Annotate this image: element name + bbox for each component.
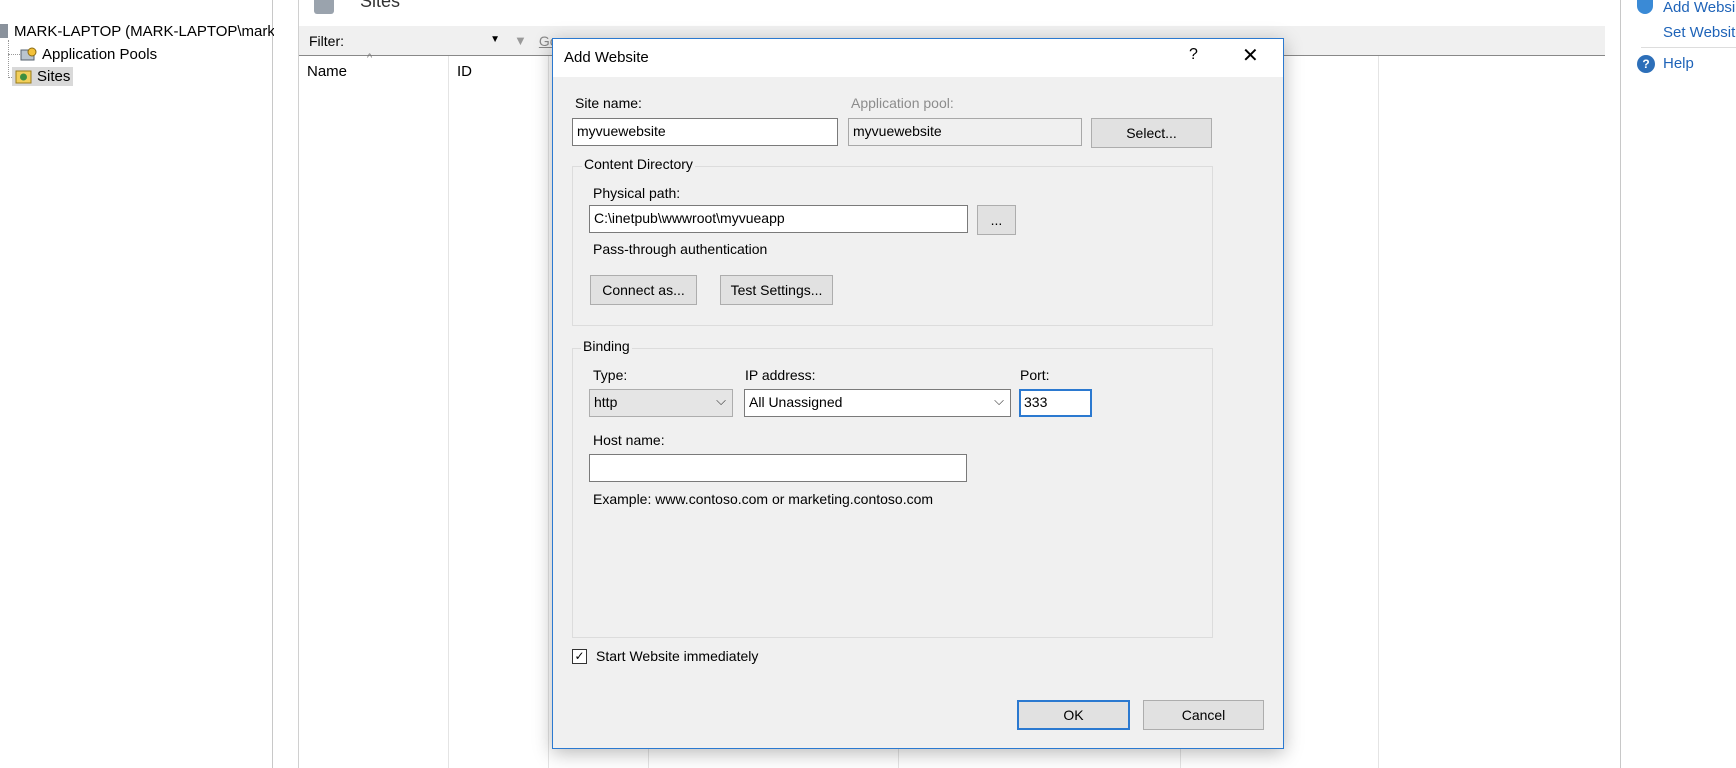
type-select[interactable]: http ⌵ (589, 389, 733, 417)
tree-item-server[interactable]: MARK-LAPTOP (MARK-LAPTOP\marko (0, 20, 283, 42)
connections-tree-panel: MARK-LAPTOP (MARK-LAPTOP\marko Applicati… (0, 0, 283, 768)
filter-input[interactable]: ▼ (352, 30, 502, 52)
application-pools-icon (20, 46, 38, 62)
physical-path-label: Physical path: (593, 185, 681, 201)
funnel-icon: ▼ (514, 33, 527, 48)
set-website-defaults-link[interactable]: Set Website (1663, 24, 1736, 41)
host-name-input[interactable] (589, 454, 967, 482)
host-name-example-text: Example: www.contoso.com or marketing.co… (593, 491, 934, 507)
type-value: http (594, 394, 618, 410)
cancel-button[interactable]: Cancel (1143, 700, 1264, 730)
tree-server-label: MARK-LAPTOP (MARK-LAPTOP\marko (14, 22, 284, 40)
select-app-pool-button[interactable]: Select... (1091, 118, 1212, 148)
pass-through-auth-text: Pass-through authentication (593, 241, 768, 257)
add-website-link[interactable]: Add Websi (1663, 0, 1735, 16)
start-immediately-checkbox[interactable]: ✓ (572, 649, 587, 664)
physical-path-input[interactable]: C:\inetpub\wwwroot\myvueapp (589, 205, 968, 233)
column-header-id[interactable]: ID (449, 58, 549, 84)
ip-address-select[interactable]: All Unassigned ⌵ (744, 389, 1011, 417)
tree-sites-selection: Sites (12, 66, 74, 86)
port-label: Port: (1020, 367, 1050, 383)
chevron-down-icon: ⌵ (716, 393, 726, 408)
binding-title: Binding (581, 338, 632, 354)
site-name-label: Site name: (575, 95, 642, 111)
dialog-titlebar[interactable]: Add Website ? ✕ (553, 39, 1283, 77)
chevron-down-icon: ⌵ (994, 393, 1004, 408)
server-icon (0, 24, 8, 38)
tree-sites-label: Sites (37, 67, 71, 85)
application-pool-field: myvuewebsite (848, 118, 1082, 146)
host-name-label: Host name: (593, 432, 665, 448)
add-website-dialog: Add Website ? ✕ Site name: myvuewebsite … (552, 38, 1284, 749)
ok-button[interactable]: OK (1017, 700, 1130, 730)
site-name-input[interactable]: myvuewebsite (572, 118, 838, 146)
tree-item-sites[interactable]: Sites (12, 65, 74, 87)
connect-as-button[interactable]: Connect as... (590, 275, 697, 305)
ip-address-label: IP address: (745, 367, 816, 383)
application-pool-label: Application pool: (851, 95, 954, 111)
port-input[interactable]: 333 (1019, 389, 1092, 417)
type-label: Type: (593, 367, 628, 383)
actions-panel: Add Websi Set Website ? Help (1620, 0, 1736, 768)
help-link[interactable]: Help (1663, 55, 1694, 72)
filter-label: Filter: (309, 32, 344, 49)
globe-add-icon (1637, 0, 1653, 14)
help-question-icon[interactable]: ? (1189, 46, 1198, 64)
tree-app-pools-label: Application Pools (42, 45, 158, 63)
tree-item-application-pools[interactable]: Application Pools (20, 43, 157, 65)
browse-path-button[interactable]: ... (977, 205, 1016, 235)
close-icon[interactable]: ✕ (1242, 43, 1259, 68)
ip-address-value: All Unassigned (749, 394, 843, 410)
sites-folder-icon (15, 68, 33, 84)
start-immediately-label[interactable]: Start Website immediately (596, 648, 758, 664)
filter-dropdown-icon[interactable]: ▼ (490, 34, 500, 45)
dialog-title: Add Website (564, 49, 649, 66)
content-directory-title: Content Directory (582, 156, 695, 172)
help-icon: ? (1637, 55, 1655, 73)
column-header-name[interactable]: Name (299, 58, 449, 84)
test-settings-button[interactable]: Test Settings... (720, 275, 833, 305)
